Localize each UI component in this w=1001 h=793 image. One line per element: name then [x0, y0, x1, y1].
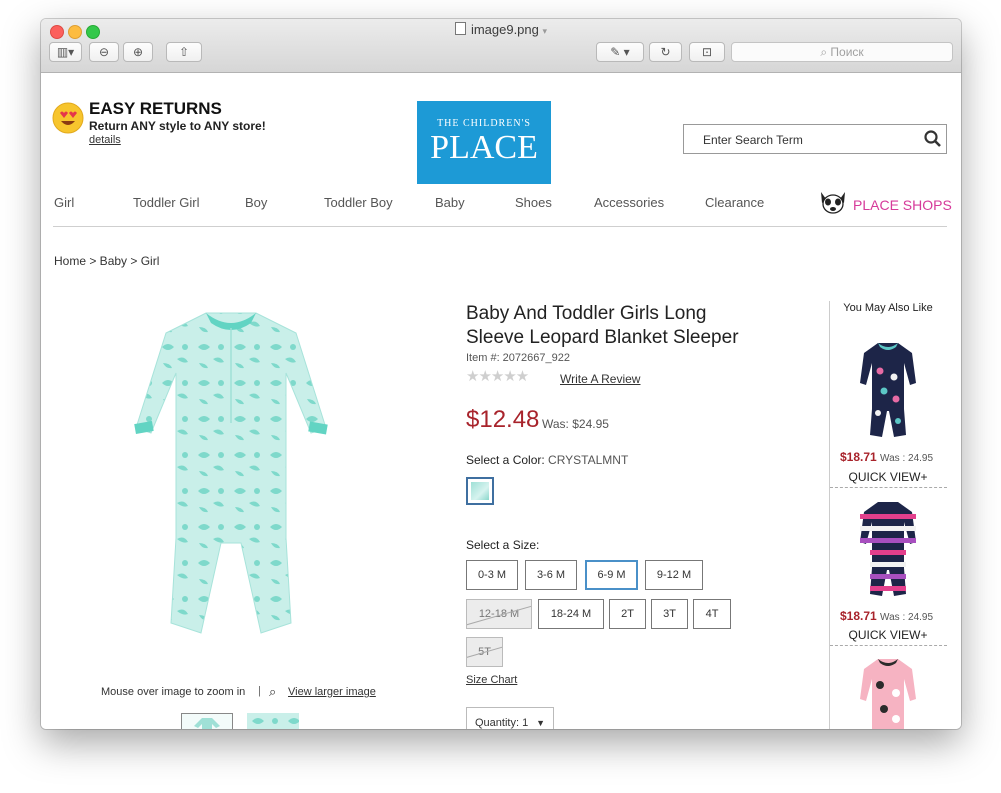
- share-button[interactable]: ⇧: [166, 42, 202, 62]
- promo-subtitle: Return ANY style to ANY store!: [89, 119, 266, 133]
- smiley-heart-eyes-icon: [52, 102, 84, 134]
- rec-divider-2: [830, 645, 947, 646]
- rec-item-1-was: Was : 24.95: [880, 453, 934, 464]
- rec-product-2-image[interactable]: [856, 498, 920, 598]
- nav-item-clearance[interactable]: Clearance: [705, 195, 764, 210]
- size-option-9-12m[interactable]: 9-12 M: [645, 560, 703, 590]
- size-option-4t[interactable]: 4T: [693, 599, 731, 629]
- zoom-in-button[interactable]: ⊕: [123, 42, 153, 62]
- nav-item-toddler-boy[interactable]: Toddler Boy: [324, 195, 393, 210]
- nav-item-boy[interactable]: Boy: [245, 195, 267, 210]
- thumbnail-2[interactable]: [247, 713, 299, 729]
- recommendations-divider: [829, 301, 830, 729]
- quantity-value: Quantity: 1: [475, 717, 529, 729]
- dropdown-arrow-icon: ▼: [536, 718, 545, 728]
- rec-item-2-price-row: $18.71 Was : 24.95: [840, 609, 933, 623]
- item-number: Item #: 2072667_922: [466, 352, 570, 364]
- markup-button[interactable]: ✎ ▾: [596, 42, 644, 62]
- window-title: image9.png ▾: [41, 22, 961, 37]
- bulldog-icon: [821, 192, 845, 214]
- document-icon: [454, 22, 466, 35]
- rec-item-2-quick-view[interactable]: QUICK VIEW+: [829, 628, 947, 642]
- rec-divider-1: [830, 487, 947, 488]
- product-title-line2: Sleeve Leopard Blanket Sleeper: [466, 327, 739, 348]
- nav-place-shops[interactable]: PLACE SHOPS: [853, 197, 952, 213]
- toolbox-button[interactable]: ⊡: [689, 42, 725, 62]
- chevron-down-icon[interactable]: ▾: [543, 26, 548, 36]
- color-value: CRYSTALMNT: [548, 453, 629, 467]
- view-larger-image-link[interactable]: View larger image: [288, 686, 376, 698]
- magnifier-icon[interactable]: ⌕: [269, 684, 276, 700]
- nav-item-accessories[interactable]: Accessories: [594, 195, 664, 210]
- product-image[interactable]: [121, 303, 341, 663]
- rec-product-1-image[interactable]: [856, 339, 920, 439]
- size-chart-link[interactable]: Size Chart: [466, 674, 517, 686]
- window-titlebar: image9.png ▾ ▥▾ ⊖ ⊕ ⇧ ✎ ▾ ↻ ⊡ ⌕ Поиск: [41, 19, 961, 73]
- web-page: EASY RETURNS Return ANY style to ANY sto…: [41, 73, 961, 729]
- leopard-pattern-thumb-icon: [247, 713, 299, 729]
- zoom-hint: Mouse over image to zoom in: [101, 686, 246, 698]
- product-title: Baby And Toddler Girls Long Sleeve Leopa…: [466, 302, 739, 350]
- nav-item-toddler-girl[interactable]: Toddler Girl: [133, 195, 199, 210]
- rec-product-3-image[interactable]: [856, 655, 920, 729]
- write-review-link[interactable]: Write A Review: [560, 372, 640, 386]
- rec-item-1-price-row: $18.71 Was : 24.95: [840, 450, 933, 464]
- logo-line1: THE CHILDREN'S: [437, 118, 531, 129]
- promo-title: EASY RETURNS: [89, 99, 222, 118]
- rotate-button[interactable]: ↻: [649, 42, 682, 62]
- size-option-3t[interactable]: 3T: [651, 599, 688, 629]
- size-option-2t[interactable]: 2T: [609, 599, 646, 629]
- size-option-0-3m[interactable]: 0-3 M: [466, 560, 518, 590]
- color-label-text: Select a Color:: [466, 453, 545, 467]
- size-option-6-9m[interactable]: 6-9 M: [585, 560, 638, 590]
- search-input[interactable]: Enter Search Term: [703, 133, 803, 147]
- color-swatch-crystalmnt[interactable]: [466, 477, 494, 505]
- promo-details-link[interactable]: details: [89, 134, 121, 146]
- rating-stars-icon: ★★★★★: [466, 368, 529, 385]
- rec-item-1-quick-view[interactable]: QUICK VIEW+: [829, 470, 947, 484]
- size-option-12-18m: 12-18 M: [466, 599, 532, 629]
- logo-line2: PLACE: [430, 129, 538, 166]
- color-label: Select a Color: CRYSTALMNT: [466, 453, 628, 467]
- rec-item-1-price: $18.71: [840, 450, 877, 464]
- size-label: Select a Size:: [466, 538, 540, 552]
- rec-item-2-price: $18.71: [840, 609, 877, 623]
- search-icon: ⌕: [820, 45, 831, 59]
- nav-divider: [53, 226, 947, 227]
- sale-price: $12.48: [466, 406, 540, 433]
- size-option-5t: 5T: [466, 637, 503, 667]
- size-option-3-6m[interactable]: 3-6 M: [525, 560, 577, 590]
- thumbnail-1[interactable]: [181, 713, 233, 729]
- nav-item-baby[interactable]: Baby: [435, 195, 465, 210]
- site-search-box[interactable]: Enter Search Term: [683, 124, 947, 154]
- quantity-select[interactable]: Quantity: 1 ▼: [466, 707, 554, 729]
- sleeper-thumb-icon: [194, 718, 220, 729]
- brand-logo[interactable]: THE CHILDREN'S PLACE: [417, 101, 551, 184]
- size-option-18-24m[interactable]: 18-24 M: [538, 599, 604, 629]
- nav-item-shoes[interactable]: Shoes: [515, 195, 552, 210]
- search-icon[interactable]: [924, 130, 942, 148]
- separator: |: [258, 685, 261, 697]
- zoom-out-button[interactable]: ⊖: [89, 42, 119, 62]
- nav-item-girl[interactable]: Girl: [54, 195, 74, 210]
- sidebar-toggle-button[interactable]: ▥▾: [49, 42, 82, 62]
- preview-window: image9.png ▾ ▥▾ ⊖ ⊕ ⇧ ✎ ▾ ↻ ⊡ ⌕ Поиск EA…: [41, 19, 961, 729]
- window-search-field[interactable]: ⌕ Поиск: [731, 42, 953, 62]
- product-title-line1: Baby And Toddler Girls Long: [466, 303, 707, 324]
- was-price: Was: $24.95: [542, 417, 609, 431]
- breadcrumb[interactable]: Home > Baby > Girl: [54, 254, 159, 268]
- rec-item-2-was: Was : 24.95: [880, 612, 934, 623]
- swatch-fill: [471, 482, 489, 500]
- recommendations-title: You May Also Like: [843, 302, 933, 314]
